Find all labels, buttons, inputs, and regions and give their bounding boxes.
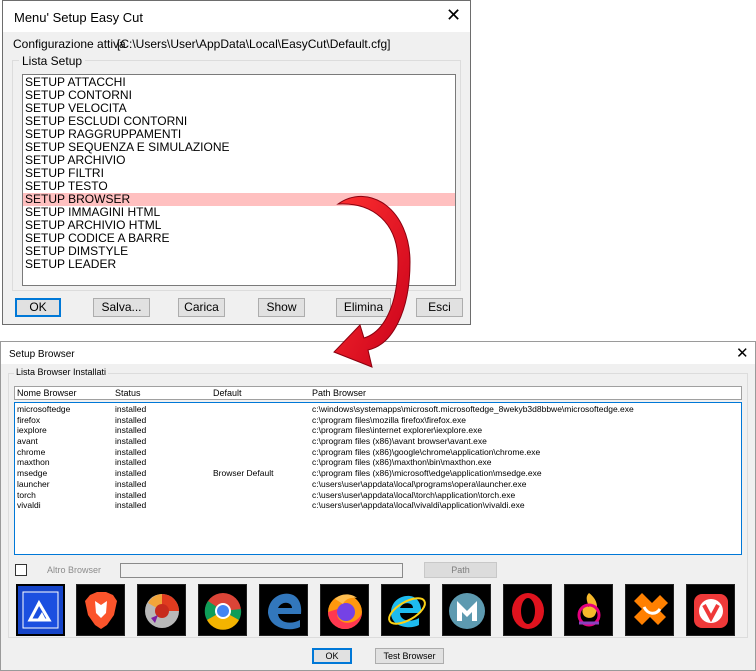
browser-cell-path: c:\program files (x86)\microsoft\edge\ap… — [312, 468, 542, 479]
browser-cell-status: installed — [115, 446, 147, 457]
browser-row[interactable]: chrome installed c:\program files (x86)\go… — [15, 447, 741, 458]
salva-button[interactable]: Salva... — [93, 298, 150, 317]
maxthon-icon[interactable] — [442, 584, 491, 636]
browser-cell-name: msedge — [17, 468, 48, 479]
title-bar: Setup Browser ✕ — [1, 342, 755, 364]
browser-cell-name: iexplore — [17, 425, 47, 436]
browser-row[interactable]: firefox installed c:\program files\mozilla… — [15, 415, 741, 426]
browser-row[interactable]: msedge installed Browser Default c:\program… — [15, 468, 741, 479]
internet-explorer-icon[interactable] — [381, 584, 430, 636]
browser-cell-name: firefox — [17, 414, 41, 425]
browser-row[interactable]: torch installed c:\users\user\appdata\loca… — [15, 490, 741, 501]
setup-listbox[interactable]: SETUP ATTACCHI SETUP CONTORNI SETUP VELOCI… — [22, 74, 456, 286]
close-icon[interactable]: ✕ — [446, 7, 461, 25]
browser-cell-path: c:\program files\internet explorer\iexpl… — [312, 425, 483, 436]
edge-legacy-icon[interactable] — [259, 584, 308, 636]
browser-cell-status: installed — [115, 457, 147, 468]
ok-button[interactable]: OK — [15, 298, 61, 317]
browser-cell-default: Browser Default — [213, 468, 274, 479]
browser-cell-path: c:\users\user\appdata\local\torch\applic… — [312, 489, 516, 500]
esci-button[interactable]: Esci — [416, 298, 463, 317]
browser-cell-path: c:\program files (x86)\google\chrome\app… — [312, 446, 541, 457]
browser-cell-status: installed — [115, 478, 147, 489]
browser-cell-status: installed — [115, 425, 147, 436]
browser-cell-name: launcher — [17, 478, 50, 489]
altro-browser-input[interactable] — [120, 563, 403, 578]
browser-cell-name: vivaldi — [17, 500, 41, 511]
show-button[interactable]: Show — [258, 298, 305, 317]
title-bar: Menu' Setup Easy Cut ✕ — [3, 1, 470, 32]
browser-cell-path: c:\program files (x86)\avant browser\ava… — [312, 436, 487, 447]
browser-row[interactable]: avant installed c:\program files (x86)\ava… — [15, 436, 741, 447]
avant-icon[interactable] — [16, 584, 65, 636]
uc-browser-icon[interactable] — [625, 584, 674, 636]
torch-icon[interactable] — [564, 584, 613, 636]
epic-icon[interactable] — [137, 584, 186, 636]
setup-menu-window: Menu' Setup Easy Cut ✕ Configurazione at… — [2, 0, 471, 325]
window-title: Menu' Setup Easy Cut — [14, 10, 143, 25]
browser-cell-path: c:\windows\systemapps\microsoft.microsof… — [312, 404, 634, 414]
browser-row[interactable]: microsoftedge installed c:\windows\systema… — [15, 404, 741, 415]
browser-cell-status: installed — [115, 436, 147, 447]
browser-row[interactable]: maxthon installed c:\program files (x86)\m… — [15, 457, 741, 468]
window-title: Setup Browser — [9, 349, 75, 360]
browser-cell-status: installed — [115, 404, 147, 414]
browser-cell-name: avant — [17, 436, 38, 447]
column-default[interactable]: Default — [213, 387, 242, 399]
setup-list-group-label: Lista Setup — [19, 54, 86, 68]
browser-cell-path: c:\users\user\appdata\local\vivaldi\appl… — [312, 500, 525, 511]
elimina-button[interactable]: Elimina — [336, 298, 391, 317]
browser-list-header: Nome Browser Status Default Path Browser — [14, 386, 742, 400]
config-path: [C:\Users\User\AppData\Local\EasyCut\Def… — [117, 37, 391, 51]
column-status[interactable]: Status — [115, 387, 141, 399]
brave-icon[interactable] — [76, 584, 125, 636]
vivaldi-icon[interactable] — [686, 584, 735, 636]
browser-cell-status: installed — [115, 414, 147, 425]
altro-browser-checkbox[interactable] — [15, 564, 27, 576]
browser-cell-status: installed — [115, 468, 147, 479]
browser-list-group-label: Lista Browser Installati — [14, 367, 109, 377]
altro-browser-label: Altro Browser — [47, 565, 102, 575]
path-button[interactable]: Path — [424, 562, 497, 578]
browser-cell-name: chrome — [17, 446, 46, 457]
browser-cell-path: c:\program files\mozilla firefox\firefox… — [312, 414, 466, 425]
setup-list-item[interactable]: SETUP LEADER — [23, 258, 455, 271]
browser-row[interactable]: vivaldi installed c:\users\user\appdata\lo… — [15, 500, 741, 511]
column-path[interactable]: Path Browser — [312, 387, 366, 399]
browser-cell-name: maxthon — [17, 457, 50, 468]
test-browser-button[interactable]: Test Browser — [375, 648, 444, 664]
browser-cell-name: microsoftedge — [17, 404, 71, 414]
browser-cell-path: c:\users\user\appdata\local\programs\ope… — [312, 478, 527, 489]
browser-cell-path: c:\program files (x86)\maxthon\bin\maxth… — [312, 457, 492, 468]
browser-cell-status: installed — [115, 500, 147, 511]
close-icon[interactable]: ✕ — [736, 344, 749, 362]
ok-button[interactable]: OK — [312, 648, 352, 664]
browser-listbox[interactable]: microsoftedge installed c:\windows\systema… — [14, 402, 742, 555]
carica-button[interactable]: Carica — [178, 298, 225, 317]
firefox-icon[interactable] — [320, 584, 369, 636]
browser-cell-name: torch — [17, 489, 36, 500]
browser-cell-status: installed — [115, 489, 147, 500]
config-label: Configurazione attiva — [13, 37, 126, 51]
browser-row[interactable]: iexplore installed c:\program files\intern… — [15, 425, 741, 436]
browser-row[interactable]: launcher installed c:\users\user\appdata\l… — [15, 479, 741, 490]
opera-icon[interactable] — [503, 584, 552, 636]
chrome-icon[interactable] — [198, 584, 247, 636]
column-name[interactable]: Nome Browser — [17, 387, 77, 399]
